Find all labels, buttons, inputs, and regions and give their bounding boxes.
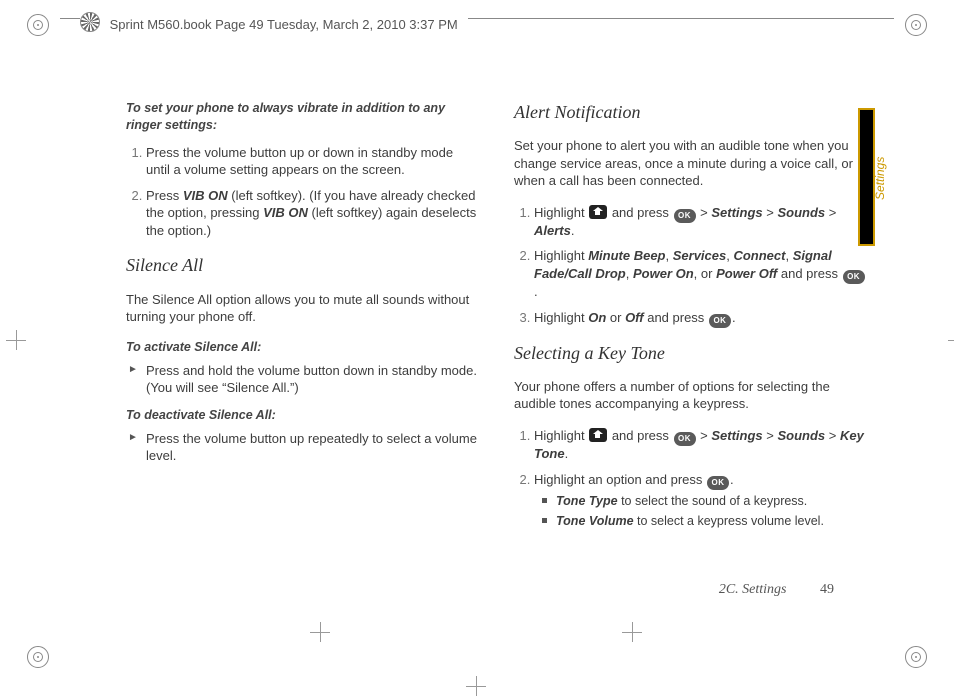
step-item: Press the volume button up or down in st… <box>146 144 478 179</box>
page-content: To set your phone to always vibrate in a… <box>126 100 866 540</box>
step-item: Highlight Minute Beep, Services, Connect… <box>534 247 866 300</box>
target-icon <box>905 14 927 36</box>
footer-section: 2C. Settings <box>719 582 787 597</box>
section-tab-label: Settings <box>873 157 887 200</box>
home-icon <box>589 205 607 219</box>
left-column: To set your phone to always vibrate in a… <box>126 100 478 540</box>
heading-silence-all: Silence All <box>126 253 478 277</box>
step-item: Highlight and press OK > Settings > Soun… <box>534 203 866 240</box>
target-icon <box>27 14 49 36</box>
target-icon <box>27 646 49 668</box>
steps-list: Highlight and press OK > Settings > Soun… <box>514 426 866 530</box>
ok-icon: OK <box>843 270 865 284</box>
ok-icon: OK <box>674 432 696 446</box>
right-column: Alert Notification Set your phone to ale… <box>514 100 866 540</box>
header-text: Sprint M560.book Page 49 Tuesday, March … <box>110 17 458 32</box>
print-header: Sprint M560.book Page 49 Tuesday, March … <box>60 18 894 41</box>
ok-icon: OK <box>709 314 731 328</box>
bullet-item: Press and hold the volume button down in… <box>126 362 478 397</box>
step-item: Press VIB ON (left softkey). (If you hav… <box>146 187 478 240</box>
body-text: Set your phone to alert you with an audi… <box>514 137 866 190</box>
heading-alert-notification: Alert Notification <box>514 100 866 124</box>
home-icon <box>589 428 607 442</box>
pinwheel-icon <box>80 12 100 32</box>
subheading: To deactivate Silence All: <box>126 407 478 424</box>
step-item: Highlight and press OK > Settings > Soun… <box>534 426 866 463</box>
intro-text: To set your phone to always vibrate in a… <box>126 100 478 134</box>
steps-list: Highlight and press OK > Settings > Soun… <box>514 203 866 327</box>
step-item: Highlight an option and press OK. Tone T… <box>534 471 866 531</box>
body-text: The Silence All option allows you to mut… <box>126 291 478 326</box>
page-number: 49 <box>820 582 834 597</box>
sub-bullet: Tone Type to select the sound of a keypr… <box>542 493 866 510</box>
step-item: Highlight On or Off and press OK. <box>534 309 866 327</box>
body-text: Your phone offers a number of options fo… <box>514 378 866 413</box>
steps-list: Press the volume button up or down in st… <box>126 144 478 240</box>
bullet-item: Press the volume button up repeatedly to… <box>126 430 478 465</box>
ok-icon: OK <box>707 476 729 490</box>
sub-bullet: Tone Volume to select a keypress volume … <box>542 513 866 530</box>
target-icon <box>905 646 927 668</box>
heading-key-tone: Selecting a Key Tone <box>514 341 866 365</box>
page-footer: 2C. Settings 49 <box>719 582 834 598</box>
subheading: To activate Silence All: <box>126 339 478 356</box>
ok-icon: OK <box>674 209 696 223</box>
